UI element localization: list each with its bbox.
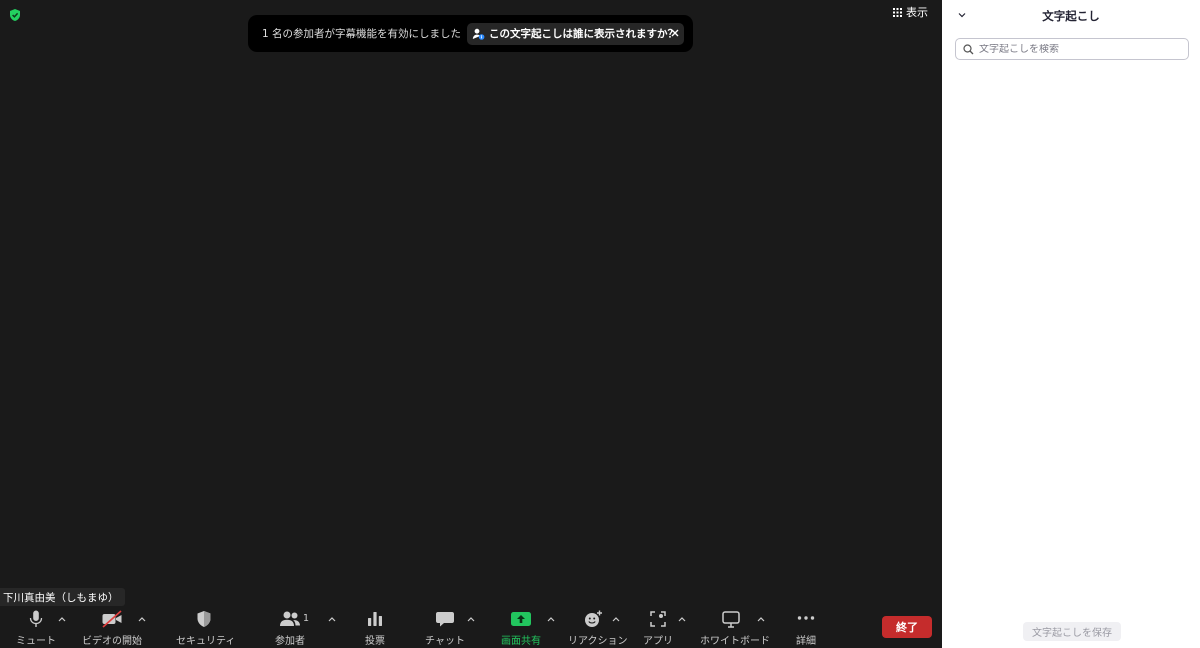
person-info-icon (472, 28, 485, 40)
caption-enabled-message: 1 名の参加者が字幕機能を有効にしました (262, 28, 462, 40)
apps-label: アプリ (643, 636, 673, 647)
who-can-see-transcript-button[interactable]: この文字起こしは誰に表示されますか？ (467, 22, 685, 45)
close-icon (671, 29, 679, 37)
security-label: セキュリティ (176, 636, 236, 647)
video-off-icon (101, 610, 123, 628)
mute-label: ミュート (16, 636, 56, 647)
apps-button[interactable]: アプリ (640, 606, 676, 648)
polls-label: 投票 (365, 636, 385, 647)
chat-button[interactable]: チャット (424, 606, 466, 648)
smiley-plus-icon (582, 610, 604, 628)
save-transcript-button[interactable]: 文字起こしを保存 (1023, 622, 1121, 641)
participants-icon (279, 610, 301, 628)
whiteboard-icon (720, 610, 742, 628)
meeting-area: 表示 1 名の参加者が字幕機能を有効にしました この文字起こしは誰に表示されます… (0, 0, 942, 648)
search-icon (963, 43, 974, 54)
participants-label: 参加者 (275, 636, 305, 647)
whiteboard-options-chevron-icon[interactable] (756, 615, 766, 623)
polls-button[interactable]: 投票 (356, 606, 394, 648)
more-label: 詳細 (796, 636, 816, 647)
apps-icon (647, 610, 669, 628)
start-video-label: ビデオの開始 (82, 636, 142, 647)
apps-options-chevron-icon[interactable] (677, 615, 687, 623)
mute-options-chevron-icon[interactable] (57, 615, 67, 623)
close-banner-button[interactable] (667, 25, 683, 41)
more-button[interactable]: 詳細 (788, 606, 824, 648)
share-screen-label: 画面共有 (501, 636, 541, 647)
reactions-button[interactable]: リアクション (568, 606, 628, 648)
chat-bubble-icon (434, 610, 456, 628)
more-dots-icon (795, 610, 817, 628)
view-button-label: 表示 (906, 6, 928, 19)
video-options-chevron-icon[interactable] (137, 615, 147, 623)
microphone-icon (25, 610, 47, 628)
participants-count: 1 (303, 613, 310, 624)
share-screen-icon (510, 610, 532, 628)
reactions-label: リアクション (568, 636, 628, 647)
participants-options-chevron-icon[interactable] (327, 615, 337, 623)
start-video-button[interactable]: ビデオの開始 (82, 606, 142, 648)
whiteboard-label: ホワイトボード (700, 636, 770, 647)
who-can-see-transcript-label: この文字起こしは誰に表示されますか？ (489, 28, 679, 40)
caption-notification-banner: 1 名の参加者が字幕機能を有効にしました この文字起こしは誰に表示されますか？ (248, 15, 693, 52)
chat-options-chevron-icon[interactable] (466, 615, 476, 623)
view-button[interactable]: 表示 (893, 4, 928, 20)
transcript-search-box[interactable] (955, 38, 1189, 60)
meeting-toolbar: ミュート ビデオの開始 セキュリティ 参加者 1 投票 チャット 画面共有 リア… (0, 606, 942, 648)
security-button[interactable]: セキュリティ (176, 606, 236, 648)
transcript-panel: 文字起こし 文字起こしを保存 (942, 0, 1200, 648)
end-meeting-label: 終了 (896, 621, 918, 634)
reactions-options-chevron-icon[interactable] (611, 615, 621, 623)
participant-name: 下川真由美（しもまゆ） (3, 591, 119, 604)
transcript-search-input[interactable] (979, 43, 1179, 55)
encryption-shield-icon[interactable] (8, 7, 22, 21)
share-options-chevron-icon[interactable] (546, 615, 556, 623)
chat-label: チャット (425, 636, 465, 647)
shield-icon (193, 610, 215, 628)
mute-button[interactable]: ミュート (14, 606, 58, 648)
transcript-panel-title: 文字起こし (1042, 9, 1100, 23)
grid-icon (893, 7, 902, 17)
whiteboard-button[interactable]: ホワイトボード (700, 606, 770, 648)
share-screen-button[interactable]: 画面共有 (496, 606, 546, 648)
end-meeting-button[interactable]: 終了 (882, 616, 932, 638)
polls-icon (364, 610, 386, 628)
save-transcript-label: 文字起こしを保存 (1032, 628, 1112, 639)
participant-name-tag: 下川真由美（しもまゆ） (0, 588, 125, 606)
